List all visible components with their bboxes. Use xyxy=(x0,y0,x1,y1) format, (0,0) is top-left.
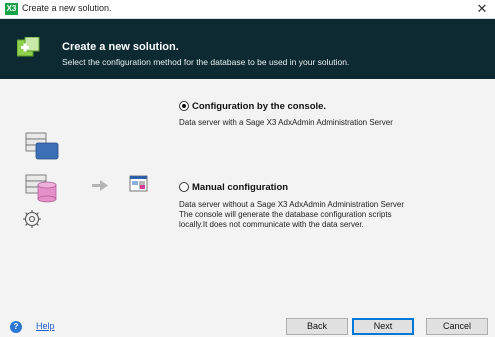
option-console-description: Data server with a Sage X3 AdxAdmin Admi… xyxy=(179,118,479,128)
database-server-icon xyxy=(25,174,57,203)
x3-app-icon: X3 xyxy=(5,3,18,15)
wizard-header: Create a new solution. Select the config… xyxy=(0,19,495,79)
console-window-icon xyxy=(129,175,148,192)
window-title: Create a new solution. xyxy=(22,3,112,13)
console-radio-button[interactable] xyxy=(179,101,189,111)
wizard-content: Configuration by the console. Data serve… xyxy=(0,79,495,309)
help-link[interactable]: Help xyxy=(36,321,55,331)
close-icon[interactable]: ✕ xyxy=(475,1,489,17)
arrow-right-icon xyxy=(92,180,108,191)
next-button[interactable]: Next xyxy=(352,318,414,335)
description-line: Data server without a Sage X3 AdxAdmin A… xyxy=(179,200,404,209)
description-line: The console will generate the database c… xyxy=(179,210,392,219)
description-line: locally.It does not communicate with the… xyxy=(179,220,364,229)
header-subtitle: Select the configuration method for the … xyxy=(62,57,350,67)
title-bar: X3 Create a new solution. ✕ xyxy=(0,0,495,19)
wizard-footer: ? Help Back Next Cancel xyxy=(0,309,495,337)
option-manual-description: Data server without a Sage X3 AdxAdmin A… xyxy=(179,200,479,230)
help-icon[interactable]: ? xyxy=(10,321,22,333)
manual-radio-button[interactable] xyxy=(179,182,189,192)
back-button[interactable]: Back xyxy=(286,318,348,335)
option-console[interactable]: Configuration by the console. Data serve… xyxy=(179,101,479,128)
gear-icon xyxy=(23,210,41,228)
description-line: Data server with a Sage X3 AdxAdmin Admi… xyxy=(179,118,393,127)
option-manual-label: Manual configuration xyxy=(192,182,289,193)
option-manual[interactable]: Manual configuration Data server without… xyxy=(179,182,479,230)
option-console-label: Configuration by the console. xyxy=(192,101,327,112)
server-icon xyxy=(25,132,59,160)
configuration-illustration xyxy=(23,132,148,228)
solution-wizard-icon xyxy=(17,37,40,57)
cancel-button[interactable]: Cancel xyxy=(426,318,488,335)
header-title: Create a new solution. xyxy=(62,41,179,53)
